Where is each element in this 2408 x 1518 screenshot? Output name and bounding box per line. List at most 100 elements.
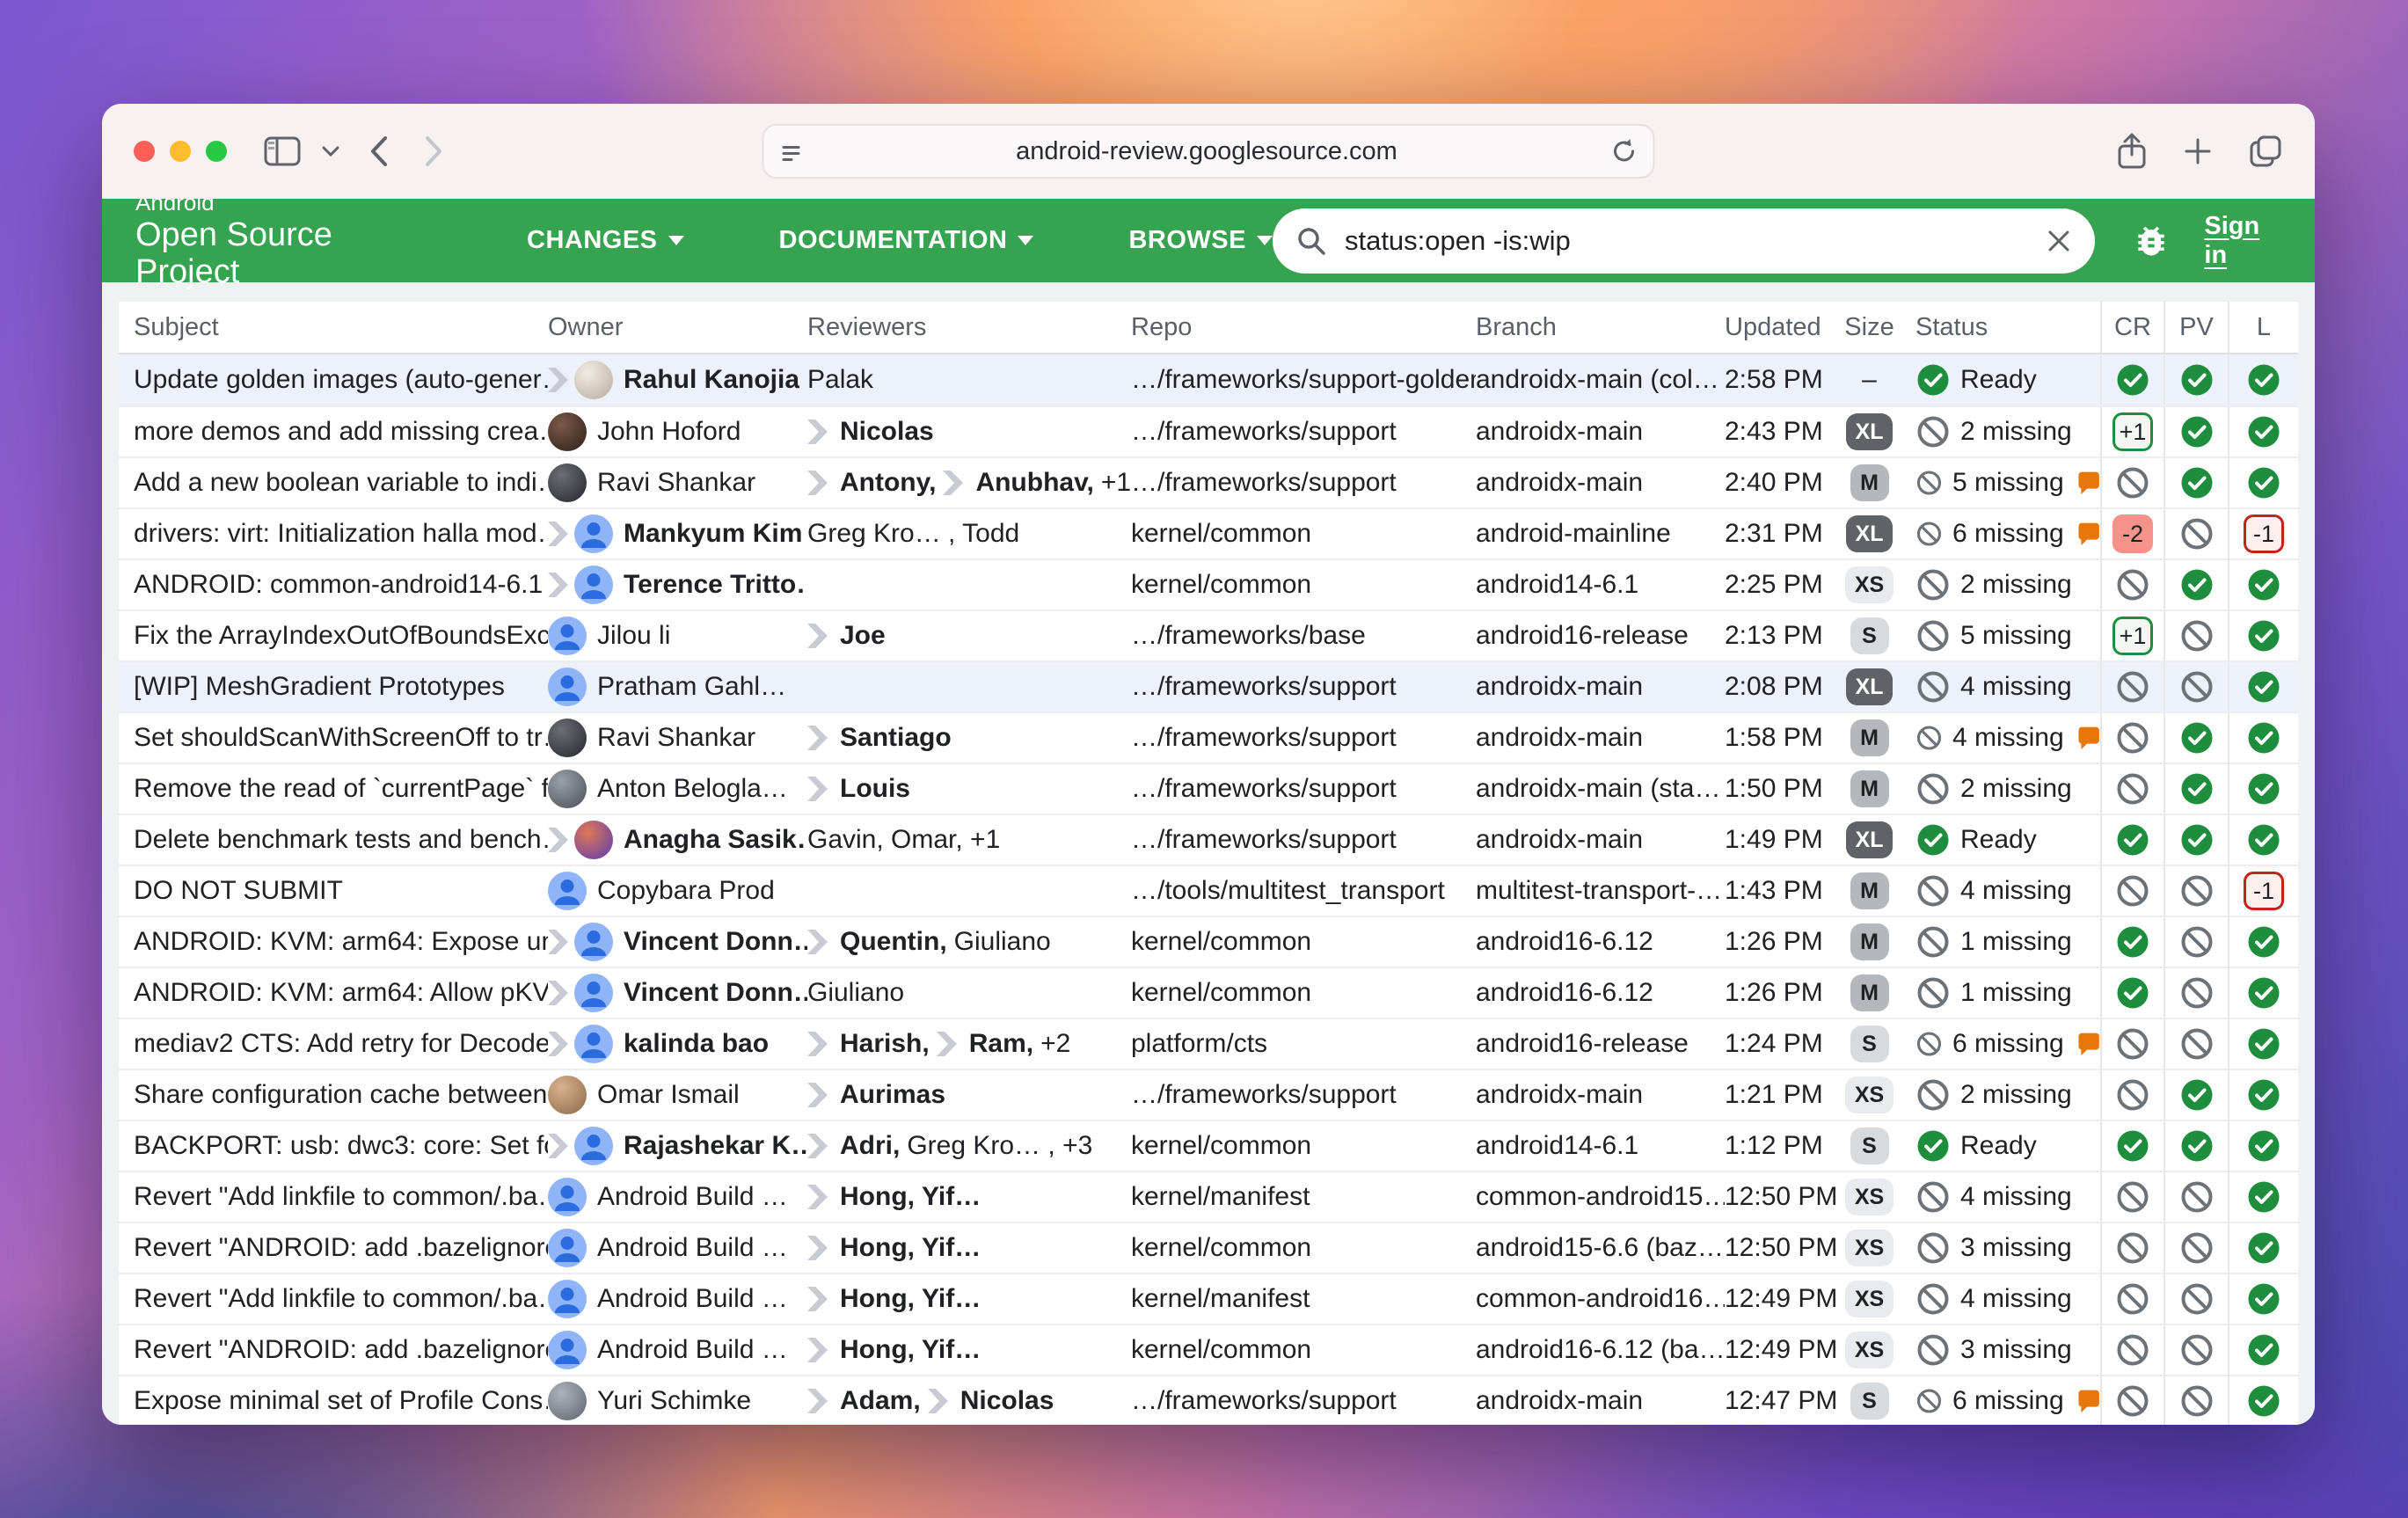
reviewer[interactable]: Louis [807, 774, 910, 804]
reviewer[interactable]: Quentin, [807, 927, 947, 957]
owner-name[interactable]: Jilou li [597, 621, 670, 651]
owner-name[interactable]: Terence Tritto… [624, 570, 807, 600]
repo-cell[interactable]: kernel/manifest [1131, 1284, 1476, 1314]
subject-cell[interactable]: Add a new boolean variable to indi… [119, 468, 548, 498]
address-bar[interactable]: android-review.googlesource.com [763, 124, 1655, 179]
column-header-reviewers[interactable]: Reviewers [807, 313, 1131, 342]
reviewers-cell[interactable]: Aurimas [807, 1080, 1131, 1110]
table-row[interactable]: Update golden images (auto-gener… Rahul … [119, 354, 2298, 405]
subject-cell[interactable]: Remove the read of `currentPage` f… [119, 774, 548, 804]
branch-cell[interactable]: androidx-main [1476, 417, 1725, 447]
reviewer[interactable]: Joe [807, 621, 886, 651]
reviewer-name[interactable]: Giuliano [954, 927, 1051, 957]
owner-cell[interactable]: Terence Tritto… [548, 566, 807, 604]
reviewers-cell[interactable]: Joe [807, 621, 1131, 651]
reviewer[interactable]: +1 [1101, 468, 1131, 498]
branch-cell[interactable]: android16-release [1476, 1029, 1725, 1059]
owner-name[interactable]: Ravi Shankar [597, 723, 755, 753]
column-header-owner[interactable]: Owner [548, 313, 807, 342]
back-button[interactable] [369, 135, 389, 167]
reviewer-name[interactable]: Giuliano [807, 978, 904, 1008]
column-header-status[interactable]: Status [1898, 313, 2100, 342]
reviewer-name[interactable]: Yif… [922, 1233, 981, 1263]
owner-cell[interactable]: Anagha Sasik… [548, 821, 807, 859]
reviewer[interactable]: Nicolas [928, 1386, 1054, 1416]
reviewer-name[interactable]: Adri, [840, 1131, 900, 1161]
close-window-button[interactable] [134, 141, 155, 162]
repo-cell[interactable]: kernel/common [1131, 570, 1476, 600]
column-header-pv[interactable]: PV [2164, 302, 2228, 353]
reviewer-name[interactable]: Gavin, Omar, +1 [807, 825, 1000, 855]
branch-cell[interactable]: common-android15… [1476, 1182, 1725, 1212]
reviewer[interactable]: Anubhav, [943, 468, 1093, 498]
subject-cell[interactable]: Set shouldScanWithScreenOff to tr… [119, 723, 548, 753]
reviewers-cell[interactable]: Louis [807, 774, 1131, 804]
reviewer[interactable]: Aurimas [807, 1080, 945, 1110]
table-row[interactable]: ANDROID: KVM: arm64: Expose un… Vincent … [119, 916, 2298, 967]
owner-name[interactable]: Vincent Donn… [624, 927, 807, 957]
owner-cell[interactable]: Ravi Shankar [548, 463, 807, 502]
search-input[interactable]: status:open -is:wip [1273, 208, 2095, 274]
reviewer[interactable]: Greg Kro… , Todd [807, 519, 1019, 549]
branch-cell[interactable]: android16-6.12 (ba… [1476, 1335, 1725, 1365]
subject-cell[interactable]: ANDROID: KVM: arm64: Expose un… [119, 927, 548, 957]
repo-cell[interactable]: kernel/common [1131, 1131, 1476, 1161]
reviewer[interactable]: Yif… [922, 1335, 981, 1365]
column-header-size[interactable]: Size [1841, 313, 1898, 342]
owner-name[interactable]: Rajashekar K… [624, 1131, 807, 1161]
owner-cell[interactable]: kalinda bao [548, 1025, 807, 1063]
reviewer[interactable]: Hong, [807, 1284, 915, 1314]
table-row[interactable]: Revert "ANDROID: add .bazelignore … Andr… [119, 1324, 2298, 1375]
reviewer[interactable]: Giuliano [954, 927, 1051, 957]
repo-cell[interactable]: …/frameworks/support [1131, 672, 1476, 702]
reviewer-name[interactable]: Palak [807, 365, 873, 395]
reviewers-cell[interactable]: Hong,Yif… [807, 1335, 1131, 1365]
column-header-subject[interactable]: Subject [119, 313, 548, 342]
reviewer-name[interactable]: Greg Kro… , Todd [807, 519, 1019, 549]
menu-browse[interactable]: BROWSE [1128, 226, 1273, 255]
subject-cell[interactable]: Expose minimal set of Profile Cons… [119, 1386, 548, 1416]
reviewer-name[interactable]: Quentin, [840, 927, 947, 957]
reviewer[interactable]: +2 [1040, 1029, 1070, 1059]
repo-cell[interactable]: kernel/common [1131, 1233, 1476, 1263]
new-tab-icon[interactable] [2183, 136, 2213, 166]
branch-cell[interactable]: android15-6.6 (baz… [1476, 1233, 1725, 1263]
reviewers-cell[interactable]: Greg Kro… , Todd [807, 519, 1131, 549]
reviewer[interactable]: Ram, [937, 1029, 1033, 1059]
repo-cell[interactable]: …/frameworks/base [1131, 621, 1476, 651]
repo-cell[interactable]: …/tools/multitest_transport [1131, 876, 1476, 906]
table-row[interactable]: ANDROID: common-android14-6.1 … Terence … [119, 558, 2298, 609]
table-row[interactable]: more demos and add missing crea… John Ho… [119, 405, 2298, 456]
reviewer[interactable]: Harish, [807, 1029, 930, 1059]
owner-cell[interactable]: Copybara Prod [548, 872, 807, 910]
reviewer-name[interactable]: Hong, [840, 1182, 915, 1212]
owner-cell[interactable]: Yuri Schimke [548, 1382, 807, 1420]
reviewers-cell[interactable]: Hong,Yif… [807, 1233, 1131, 1263]
owner-name[interactable]: John Hoford [597, 417, 741, 447]
subject-cell[interactable]: BACKPORT: usb: dwc3: core: Set fo… [119, 1131, 548, 1161]
branch-cell[interactable]: androidx-main [1476, 468, 1725, 498]
subject-cell[interactable]: Delete benchmark tests and bench… [119, 825, 548, 855]
reviewers-cell[interactable]: Santiago [807, 723, 1131, 753]
owner-name[interactable]: Anton Belogla… [597, 774, 788, 804]
sidebar-icon[interactable] [264, 136, 301, 166]
reviewers-cell[interactable]: Gavin, Omar, +1 [807, 825, 1131, 855]
branch-cell[interactable]: androidx-main [1476, 1080, 1725, 1110]
reviewer[interactable]: Antony, [807, 468, 936, 498]
branch-cell[interactable]: android16-6.12 [1476, 978, 1725, 1008]
subject-cell[interactable]: [WIP] MeshGradient Prototypes [119, 672, 548, 702]
branch-cell[interactable]: android14-6.1 [1476, 1131, 1725, 1161]
table-row[interactable]: Share configuration cache between… Omar … [119, 1069, 2298, 1120]
repo-cell[interactable]: kernel/common [1131, 519, 1476, 549]
subject-cell[interactable]: more demos and add missing crea… [119, 417, 548, 447]
owner-name[interactable]: kalinda bao [624, 1029, 769, 1059]
repo-cell[interactable]: …/frameworks/support [1131, 468, 1476, 498]
repo-cell[interactable]: …/frameworks/support [1131, 774, 1476, 804]
table-row[interactable]: Revert "Add linkfile to common/.ba… Andr… [119, 1273, 2298, 1324]
reviewers-cell[interactable]: Quentin,Giuliano [807, 927, 1131, 957]
owner-cell[interactable]: Ravi Shankar [548, 719, 807, 757]
owner-name[interactable]: Rahul Kanojia [624, 365, 799, 395]
table-row[interactable]: ANDROID: KVM: arm64: Allow pKV… Vincent … [119, 967, 2298, 1018]
reviewers-cell[interactable]: Nicolas [807, 417, 1131, 447]
reviewer-name[interactable]: Antony, [840, 468, 936, 498]
